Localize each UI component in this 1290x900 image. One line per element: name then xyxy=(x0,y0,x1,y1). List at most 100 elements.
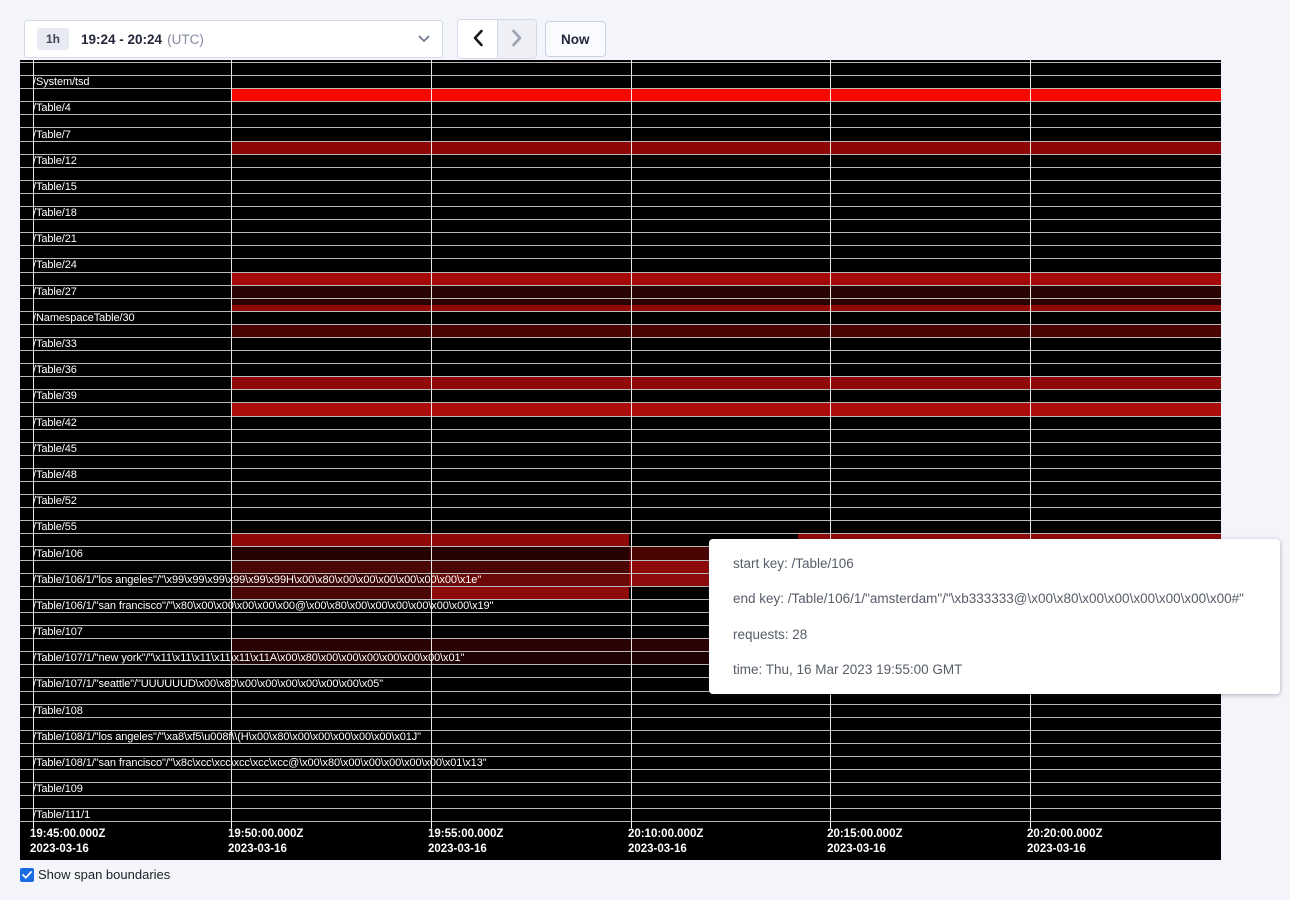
span-row xyxy=(20,89,1221,102)
span-key-label: /Table/108/1/"los angeles"/"\xa8\xf5\u00… xyxy=(33,731,421,743)
span-row xyxy=(20,718,1221,731)
span-row-labeled: /NamespaceTable/30 xyxy=(20,312,1221,325)
span-row-labeled: /Table/7 xyxy=(20,128,1221,141)
axis-tick-label: 19:55:00.000Z2023-03-16 xyxy=(428,827,503,857)
heatmap-tooltip: start key: /Table/106end key: /Table/106… xyxy=(709,539,1280,694)
heat-band xyxy=(431,587,629,599)
span-row xyxy=(20,246,1221,259)
span-key-label: /Table/39 xyxy=(33,390,77,402)
next-time-button[interactable] xyxy=(497,20,536,58)
span-key-label: /Table/12 xyxy=(33,155,77,167)
heat-band xyxy=(232,299,1221,311)
span-row xyxy=(20,744,1221,757)
chevron-right-icon xyxy=(511,29,523,50)
axis-tick-label: 20:20:00.000Z2023-03-16 xyxy=(1027,827,1102,857)
span-row-labeled: /Table/55 xyxy=(20,521,1221,534)
prev-time-button[interactable] xyxy=(458,20,497,58)
time-nav-group xyxy=(457,19,537,59)
span-row-labeled: /Table/111/1 xyxy=(20,809,1221,822)
span-row xyxy=(20,430,1221,443)
span-key-label: /Table/107/1/"seattle"/"UUUUUUD\x00\x80\… xyxy=(33,678,383,690)
heat-band xyxy=(232,286,1221,298)
time-toolbar: 1h 19:24 - 20:24 (UTC) Now xyxy=(0,0,1290,60)
span-row xyxy=(20,220,1221,233)
duration-badge: 1h xyxy=(37,28,69,50)
span-row xyxy=(20,508,1221,521)
heat-band xyxy=(232,273,1221,285)
span-key-label: /Table/7 xyxy=(33,129,71,141)
span-row xyxy=(20,115,1221,128)
time-bucket-gridline xyxy=(231,60,232,822)
span-key-label: /Table/33 xyxy=(33,338,77,350)
span-key-label: /Table/107 xyxy=(33,626,83,638)
span-row-labeled: /Table/39 xyxy=(20,390,1221,403)
time-bucket-gridline xyxy=(431,60,432,822)
axis-tick-label: 20:15:00.000Z2023-03-16 xyxy=(827,827,902,857)
span-row-labeled: /Table/108/1/"san francisco"/"\x8c\xcc\x… xyxy=(20,757,1221,770)
tooltip-line: requests: 28 xyxy=(733,627,1256,642)
span-key-label: /Table/18 xyxy=(33,207,77,219)
span-row-labeled: /Table/108/1/"los angeles"/"\xa8\xf5\u00… xyxy=(20,731,1221,744)
span-row-labeled: /Table/15 xyxy=(20,181,1221,194)
span-row xyxy=(20,456,1221,469)
span-row-labeled: /Table/33 xyxy=(20,338,1221,351)
chevron-left-icon xyxy=(472,29,484,50)
span-row-labeled: /Table/108 xyxy=(20,705,1221,718)
show-span-boundaries-checkbox[interactable] xyxy=(20,868,34,882)
span-row xyxy=(20,796,1221,809)
span-key-label: /Table/42 xyxy=(33,417,77,429)
show-span-boundaries-label: Show span boundaries xyxy=(38,867,170,882)
heat-band xyxy=(232,325,1221,337)
span-key-label: /Table/27 xyxy=(33,286,77,298)
heat-band xyxy=(232,142,1221,154)
span-key-label: /Table/24 xyxy=(33,259,77,271)
span-row xyxy=(20,168,1221,181)
span-row xyxy=(20,142,1221,155)
span-row-labeled: /Table/45 xyxy=(20,443,1221,456)
span-row-labeled: /Table/24 xyxy=(20,259,1221,272)
span-row xyxy=(20,194,1221,207)
span-key-label: /Table/106 xyxy=(33,548,83,560)
span-row xyxy=(20,273,1221,286)
time-bucket-gridline xyxy=(830,60,831,822)
key-visualizer-page: 1h 19:24 - 20:24 (UTC) Now /System/tsd/T… xyxy=(0,0,1290,900)
span-key-label: /Table/109 xyxy=(33,783,83,795)
span-key-label: /Table/21 xyxy=(33,233,77,245)
heat-band xyxy=(232,377,1221,389)
span-key-label: /System/tsd xyxy=(33,76,89,88)
span-key-label: /NamespaceTable/30 xyxy=(33,312,135,324)
span-row xyxy=(20,770,1221,783)
span-key-label: /Table/15 xyxy=(33,181,77,193)
timezone-text: (UTC) xyxy=(167,32,204,47)
tooltip-line: start key: /Table/106 xyxy=(733,556,1256,571)
span-row-labeled: /System/tsd xyxy=(20,76,1221,89)
span-key-label: /Table/108/1/"san francisco"/"\x8c\xcc\x… xyxy=(33,757,487,769)
chevron-down-icon xyxy=(418,35,430,43)
key-visualizer-heatmap[interactable]: /System/tsd/Table/4/Table/7/Table/12/Tab… xyxy=(20,60,1221,860)
axis-tick-label: 19:45:00.000Z2023-03-16 xyxy=(30,827,105,857)
now-button[interactable]: Now xyxy=(545,21,606,57)
span-row-labeled: /Table/21 xyxy=(20,233,1221,246)
span-row xyxy=(20,403,1221,416)
span-key-label: /Table/45 xyxy=(33,443,77,455)
span-row xyxy=(20,299,1221,312)
span-row-labeled: /Table/52 xyxy=(20,495,1221,508)
span-key-label: /Table/55 xyxy=(33,521,77,533)
span-row-labeled: /Table/36 xyxy=(20,364,1221,377)
time-range-select[interactable]: 1h 19:24 - 20:24 (UTC) xyxy=(24,20,443,58)
span-key-label: /Table/52 xyxy=(33,495,77,507)
span-row-labeled: /Table/48 xyxy=(20,469,1221,482)
time-axis: 19:45:00.000Z2023-03-16 19:50:00.000Z2023… xyxy=(20,822,1221,860)
footer-controls: Show span boundaries xyxy=(20,867,170,882)
span-row-labeled: /Table/42 xyxy=(20,417,1221,430)
time-bucket-gridline xyxy=(1030,60,1031,822)
heat-band xyxy=(232,89,1221,101)
tooltip-line: time: Thu, 16 Mar 2023 19:55:00 GMT xyxy=(733,662,1256,677)
span-key-label: /Table/36 xyxy=(33,364,77,376)
axis-tick-label: 19:50:00.000Z2023-03-16 xyxy=(228,827,303,857)
span-key-label: /Table/106/1/"los angeles"/"\x99\x99\x99… xyxy=(33,574,481,586)
span-row-labeled: /Table/27 xyxy=(20,286,1221,299)
span-row xyxy=(20,377,1221,390)
span-key-label: /Table/4 xyxy=(33,102,71,114)
time-range-text: 19:24 - 20:24 xyxy=(81,32,162,47)
